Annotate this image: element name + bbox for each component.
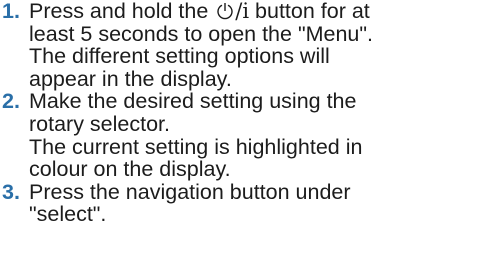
step-1: 1. Press and hold the /i button for at l…: [0, 0, 479, 90]
instruction-steps: 1. Press and hold the /i button for at l…: [0, 0, 479, 226]
step-1-line-3: The different setting options will: [29, 44, 330, 69]
step-1-line-2: least 5 seconds to open the "Menu".: [29, 21, 373, 46]
step-3: 3. Press the navigation button under "se…: [0, 181, 479, 226]
step-3-line-1: Press the navigation button under: [29, 179, 351, 204]
step-number: 2.: [2, 89, 20, 114]
step-1-text: Press and hold the: [29, 0, 215, 23]
step-2-line-3: The current setting is highlighted in: [29, 134, 363, 159]
step-2-line-1: Make the desired setting using the: [29, 89, 357, 114]
step-1-line-4: appear in the display.: [29, 66, 232, 91]
step-number: 1.: [2, 0, 20, 23]
step-2-line-4: colour on the display.: [29, 157, 231, 182]
power-standby-icon: [217, 3, 233, 20]
button-symbol: /i: [235, 0, 250, 23]
step-1-text: button for at: [249, 0, 370, 23]
step-2-line-2: rotary selector.: [29, 111, 170, 136]
step-number: 3.: [2, 179, 20, 204]
step-3-line-2: "select".: [29, 202, 107, 227]
step-2: 2. Make the desired setting using the ro…: [0, 90, 479, 180]
step-1-line-1: Press and hold the /i button for at: [29, 0, 479, 23]
